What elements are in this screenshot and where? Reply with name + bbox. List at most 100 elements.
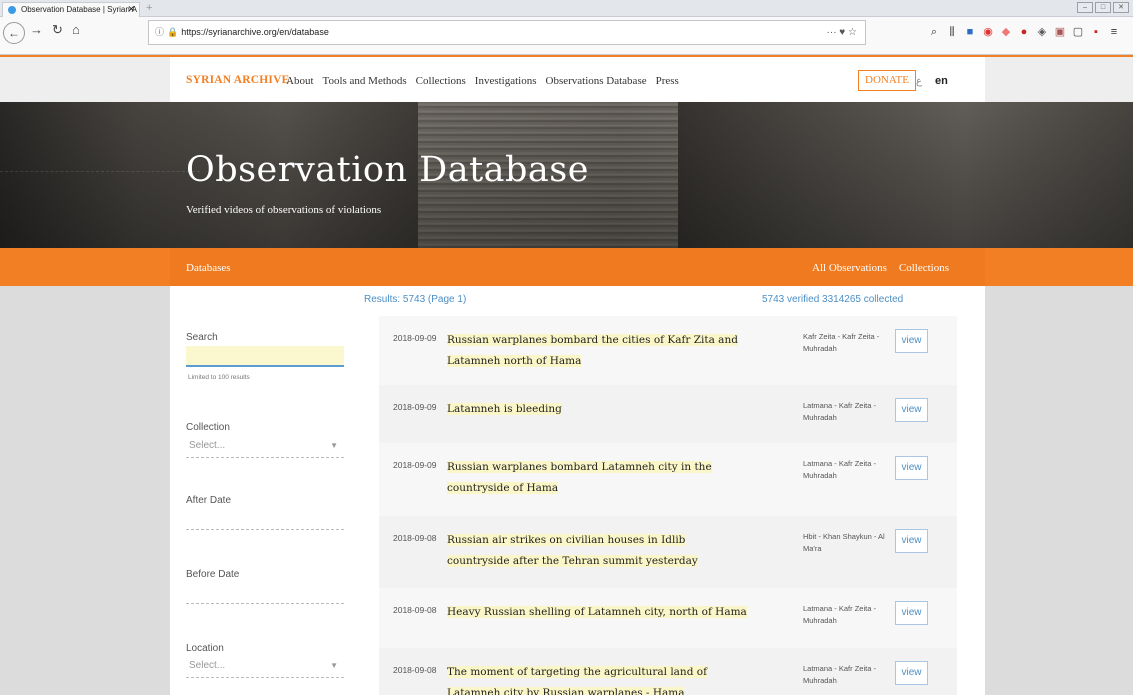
brand-logo[interactable]: SYRIAN ARCHIVE [186,74,289,86]
chevron-down-icon: ▼ [330,661,338,670]
page-actions[interactable]: ··· ♥ ☆ [827,21,857,44]
collection-label: Collection [186,422,230,433]
location-select[interactable]: Select... ▼ [186,656,344,678]
item-date: 2018-09-08 [393,533,437,543]
main-nav: About Tools and Methods Collections Inve… [286,75,679,87]
new-tab-icon[interactable]: + [146,2,152,14]
window-close-icon[interactable]: ✕ [1113,2,1129,13]
item-date: 2018-09-09 [393,402,437,412]
list-item: 2018-09-08 The moment of targeting the a… [379,648,957,695]
lock-icon: 🔒 [167,27,179,37]
item-location: Kafr Zeita - Kafr Zeita - Muhradah [803,332,880,353]
back-icon[interactable]: ← [3,22,25,44]
link-collections[interactable]: Collections [899,262,949,274]
main-content: Search Limited to 100 results Collection… [170,286,985,695]
nav-tools-and-methods[interactable]: Tools and Methods [323,75,407,87]
collection-select-value: Select... [189,440,226,451]
extension-icon[interactable]: ◈ [1036,26,1048,38]
item-title[interactable]: Russian warplanes bombard the cities of … [447,330,747,372]
item-title[interactable]: Russian air strikes on civilian houses i… [447,530,747,572]
view-button[interactable]: view [895,601,928,625]
nav-press[interactable]: Press [656,75,679,87]
extension-icon[interactable]: ▣ [1054,26,1066,38]
view-button[interactable]: view [895,529,928,553]
list-item: 2018-09-09 Russian warplanes bombard Lat… [379,443,957,516]
before-date-input[interactable] [186,583,344,604]
link-all-observations[interactable]: All Observations [812,262,887,274]
view-button[interactable]: view [895,329,928,353]
list-item: 2018-09-09 Latamneh is bleeding Latmana … [379,385,957,443]
page-subtitle: Verified videos of observations of viola… [186,204,382,216]
nav-about[interactable]: About [286,75,314,87]
item-location: Latmana - Kafr Zeita - Muhradah [803,664,876,685]
extension-icon[interactable]: ▢ [1072,26,1084,38]
list-item: 2018-09-08 Russian air strikes on civili… [379,516,957,588]
language-switcher[interactable]: en [935,75,948,87]
reload-icon[interactable]: ↻ [52,22,63,38]
view-button[interactable]: view [895,398,928,422]
browser-nav-bar: ← → ↻ ⌂ ⓘ 🔒 https://syrianarchive.org/en/d… [0,17,1133,55]
minimize-icon[interactable]: – [1077,2,1093,13]
item-location: Latmana - Kafr Zeita - Muhradah [803,459,876,480]
search-icon[interactable]: ⌕ [928,26,940,38]
verified-count: 5743 verified 3314265 collected [762,294,904,305]
info-icon[interactable]: ⓘ [155,27,164,37]
nav-collections[interactable]: Collections [416,75,466,87]
page-title: Observation Database [186,150,589,190]
item-title[interactable]: Heavy Russian shelling of Latamneh city,… [447,602,747,623]
window-controls: – □ ✕ [1077,2,1129,13]
collection-select[interactable]: Select... ▼ [186,436,344,458]
section-bar: Databases All Observations Collections [0,248,1133,286]
extension-icon[interactable]: ◆ [1000,26,1012,38]
search-label: Search [186,332,218,343]
after-date-input[interactable] [186,509,344,530]
location-label: Location [186,643,224,654]
nav-observations-database[interactable]: Observations Database [546,75,647,87]
browser-tab-bar: Observation Database | Syrian A ✕ + – □ … [0,0,1133,17]
toolbar-icons: ⌕ ⫼ ■ ◉ ◆ ● ◈ ▣ ▢ ▪ ≡ [928,26,1120,38]
before-date-label: Before Date [186,569,240,580]
item-location: Hbit - Khan Shaykun - Al Ma'ra [803,532,885,553]
browser-tab[interactable]: Observation Database | Syrian A ✕ [2,2,140,17]
section-links: All Observations Collections [812,262,949,274]
site-favicon-icon [8,6,16,14]
url-bar[interactable]: ⓘ 🔒 https://syrianarchive.org/en/database … [148,20,866,45]
list-item: 2018-09-08 Heavy Russian shelling of Lat… [379,588,957,648]
tab-title: Observation Database | Syrian A [21,5,137,14]
results-summary: Results: 5743 (Page 1) [364,294,467,305]
extension-icon[interactable]: ▪ [1090,26,1102,38]
location-select-value: Select... [189,660,226,671]
forward-icon[interactable]: → [30,22,43,37]
search-input[interactable] [186,346,344,367]
extension-icon[interactable]: ● [1018,26,1030,38]
site-header: SYRIAN ARCHIVE About Tools and Methods C… [0,57,1133,102]
chevron-down-icon: ▼ [330,441,338,450]
library-icon[interactable]: ⫼ [946,26,958,38]
item-title[interactable]: Russian warplanes bombard Latamneh city … [447,457,747,499]
item-location: Latmana - Kafr Zeita - Muhradah [803,604,876,625]
url-text: https://syrianarchive.org/en/database [181,27,329,37]
extension-icon[interactable]: ◉ [982,26,994,38]
nav-investigations[interactable]: Investigations [475,75,537,87]
view-button[interactable]: view [895,661,928,685]
menu-icon[interactable]: ≡ [1108,26,1120,38]
list-item: 2018-09-09 Russian warplanes bombard the… [379,316,957,385]
item-date: 2018-09-08 [393,665,437,675]
item-location: Latmana - Kafr Zeita - Muhradah [803,401,876,422]
item-date: 2018-09-09 [393,460,437,470]
after-date-label: After Date [186,495,232,506]
close-tab-icon[interactable]: ✕ [127,3,135,16]
extension-icon[interactable]: ■ [964,26,976,38]
item-title[interactable]: Latamneh is bleeding [447,399,747,420]
hero-banner: Observation Database Verified videos of … [0,102,1133,248]
breadcrumb-databases[interactable]: Databases [186,262,231,274]
item-date: 2018-09-09 [393,333,437,343]
item-date: 2018-09-08 [393,605,437,615]
view-button[interactable]: view [895,456,928,480]
language-icon[interactable]: ع [916,76,922,87]
maximize-icon[interactable]: □ [1095,2,1111,13]
donate-button[interactable]: DONATE [858,70,916,91]
item-title[interactable]: The moment of targeting the agricultural… [447,662,747,695]
search-limit-note: Limited to 100 results [188,374,250,381]
home-icon[interactable]: ⌂ [72,22,80,37]
